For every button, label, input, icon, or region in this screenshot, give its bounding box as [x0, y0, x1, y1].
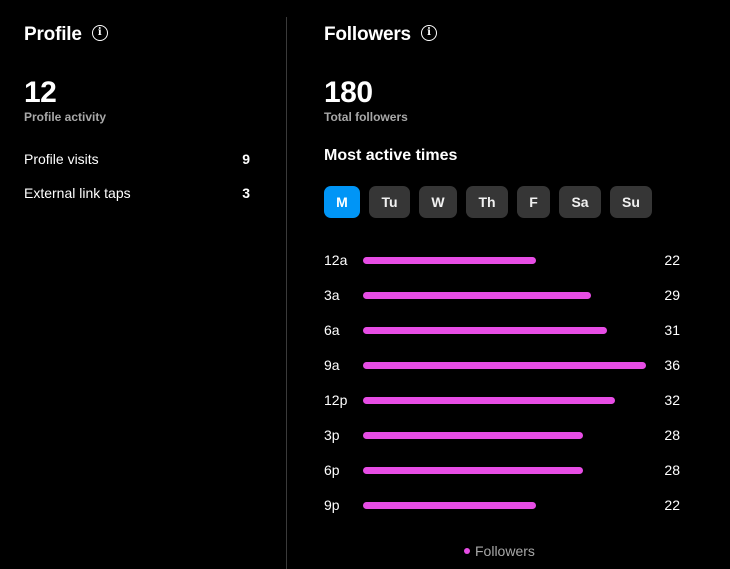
stat-value: 3	[242, 185, 250, 201]
bar[interactable]	[363, 292, 591, 299]
stat-row-profile-visits: Profile visits 9	[24, 150, 250, 168]
followers-panel: Followers i 180 Total followers Most act…	[287, 0, 730, 569]
profile-title-text: Profile	[24, 24, 82, 45]
bar-track	[363, 502, 646, 509]
stat-label: External link taps	[24, 185, 131, 201]
bar-label: 9p	[324, 497, 340, 513]
info-icon[interactable]: i	[91, 25, 108, 41]
bar-value-label: 28	[664, 462, 680, 478]
bar-track	[363, 292, 646, 299]
bar-value-label: 22	[664, 497, 680, 513]
bar-track	[363, 327, 646, 334]
bar-track	[363, 362, 646, 369]
bar[interactable]	[363, 362, 646, 369]
profile-activity-count: 12	[24, 76, 57, 109]
active-times-chart: 12a 22 3a 29 6a 31 9a 36 12p 32 3p 28 6p 28 9p 22	[287, 0, 730, 569]
bar[interactable]	[363, 327, 607, 334]
bar-value-label: 22	[664, 252, 680, 268]
bar-track	[363, 467, 646, 474]
profile-activity-label: Profile activity	[24, 110, 107, 124]
bar[interactable]	[363, 432, 583, 439]
bar-value-label: 31	[664, 322, 680, 338]
stat-label: Profile visits	[24, 151, 99, 167]
profile-title: Profile i	[24, 23, 108, 47]
bar-value-label: 29	[664, 287, 680, 303]
bar-label: 9a	[324, 357, 340, 373]
legend-swatch	[464, 548, 470, 554]
chart-legend: Followers	[464, 543, 535, 559]
bar-track	[363, 432, 646, 439]
bar-label: 6a	[324, 322, 340, 338]
bar-label: 3a	[324, 287, 340, 303]
bar[interactable]	[363, 397, 615, 404]
bar-value-label: 28	[664, 427, 680, 443]
bar-track	[363, 257, 646, 264]
stat-value: 9	[242, 151, 250, 167]
legend-label: Followers	[475, 543, 535, 559]
bar[interactable]	[363, 502, 536, 509]
bar-label: 12a	[324, 252, 348, 268]
insights-page: Profile i 12 Profile activity Profile vi…	[0, 0, 730, 569]
stat-row-external-link-taps: External link taps 3	[24, 184, 250, 202]
bar[interactable]	[363, 257, 536, 264]
profile-panel: Profile i 12 Profile activity Profile vi…	[0, 0, 287, 569]
bar[interactable]	[363, 467, 583, 474]
bar-label: 12p	[324, 392, 348, 408]
bar-label: 3p	[324, 427, 340, 443]
bar-value-label: 36	[664, 357, 680, 373]
bar-label: 6p	[324, 462, 340, 478]
bar-track	[363, 397, 646, 404]
bar-value-label: 32	[664, 392, 680, 408]
